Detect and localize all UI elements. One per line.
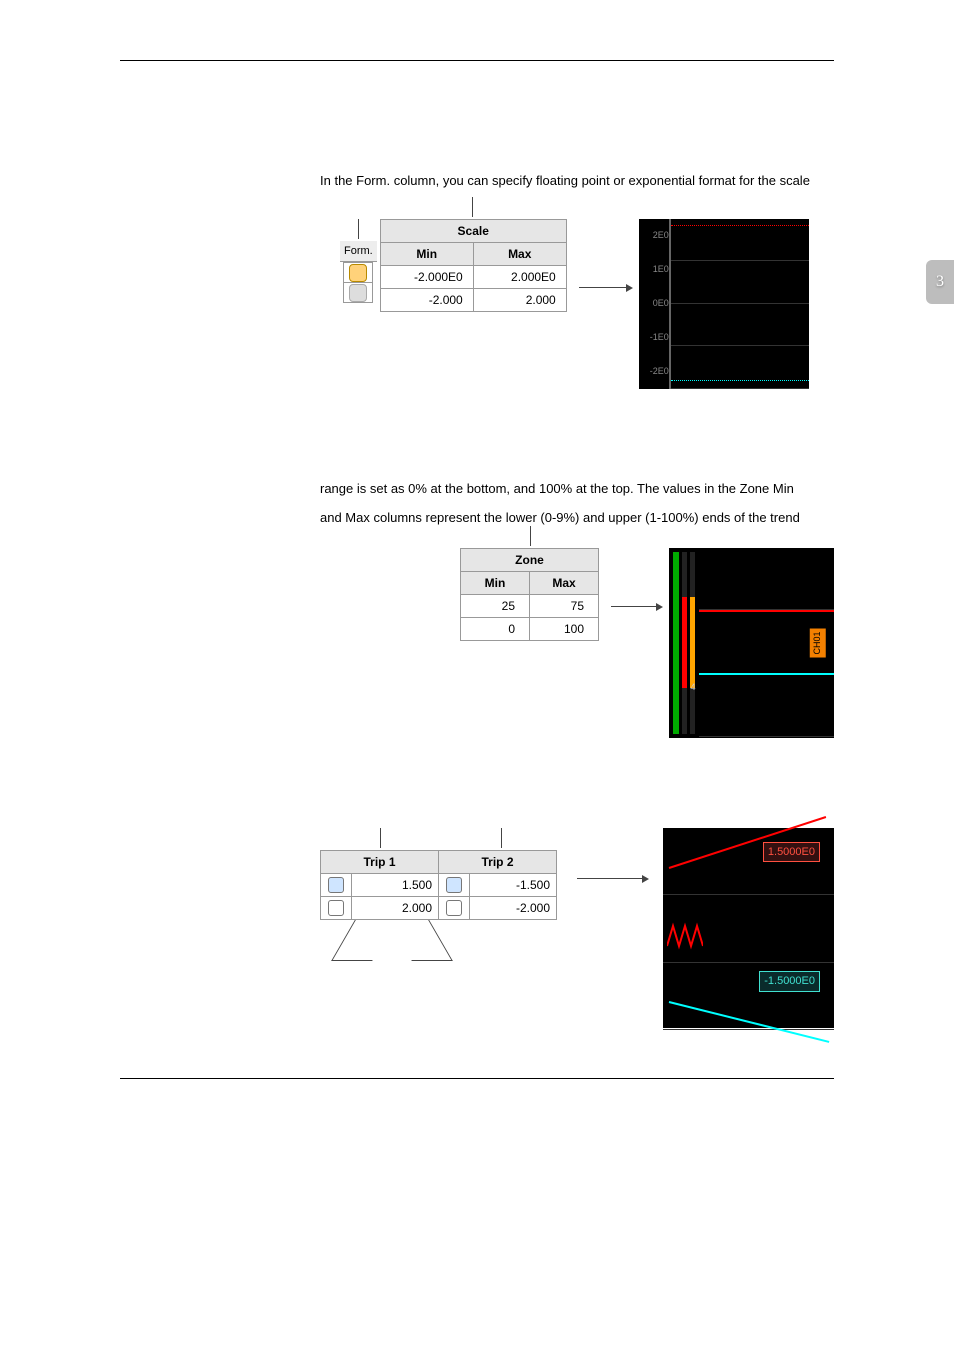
trip1-check-1[interactable] [321,896,352,919]
tick: 1E0 [653,263,669,277]
zone-max-1[interactable]: 100 [530,617,599,640]
scale-max-1[interactable]: 2.000 [473,288,566,311]
scale-intro-text: In the Form. column, you can specify flo… [320,171,834,191]
trip2-val-1[interactable]: -2.000 [469,896,556,919]
zone-table: Zone Min Max 25 75 0 100 [460,548,599,641]
form-cell-float[interactable] [344,282,372,302]
trip2-val-0[interactable]: -1.500 [469,873,556,896]
trip-label-b: -1.5000E0 [759,971,820,992]
header-rule [120,60,834,61]
arrow-icon [577,878,643,879]
page-index-3: 3 [936,270,944,294]
tick: -2E0 [650,365,669,379]
scale-min-1[interactable]: -2.000 [380,288,473,311]
trip-example: Trip 1 Trip 2 1.500 -1.500 [320,828,834,1028]
zone-min-1[interactable]: 0 [461,617,530,640]
trip1-header: Trip 1 [321,850,439,873]
tick: 2E0 [653,229,669,243]
trip2-check-0[interactable] [439,873,470,896]
trip2-header: Trip 2 [439,850,557,873]
trip2-check-1[interactable] [439,896,470,919]
zone-max-0[interactable]: 75 [530,594,599,617]
form-cell-exp[interactable] [344,263,372,282]
tick: 0E0 [653,297,669,311]
form-header: Form. [340,241,377,263]
table-row: -2.000E0 2.000E0 [380,265,566,288]
arrow-icon [579,287,627,288]
scale-example: Form. Scale Min Max [340,219,834,389]
table-row: 0 100 [461,617,599,640]
trip1-val-0[interactable]: 1.500 [351,873,438,896]
zone-trend-preview: CH01 4 [669,548,834,738]
page-index-tab: 3 [926,260,954,304]
table-row: 2.000 -2.000 [321,896,557,919]
zone-right-scale: CH01 [810,628,826,657]
scale-trend-preview: 2E0 1E0 0E0 -1E0 -2E0 [639,219,809,389]
zone-intro-b: and Max columns represent the lower (0-9… [320,508,834,528]
scale-table: Scale Min Max -2.000E0 2.000E0 -2.000 [380,219,567,312]
table-row: -2.000 2.000 [380,288,566,311]
scale-table-header: Scale [380,219,566,242]
scale-col-max: Max [473,242,566,265]
waveform-icon [667,922,703,950]
footer-rule [120,1078,834,1079]
tick: -1E0 [650,331,669,345]
zone-col-min: Min [461,571,530,594]
trip1-val-1[interactable]: 2.000 [351,896,438,919]
zone-example: Zone Min Max 25 75 0 100 [460,548,834,738]
zone-table-header: Zone [461,548,599,571]
zone-col-max: Max [530,571,599,594]
form-column: Form. [340,219,377,304]
lead-lines [375,920,557,980]
zone-marker-4: 4 [690,681,700,691]
zone-intro-a: range is set as 0% at the bottom, and 10… [320,479,834,499]
arrow-icon [611,606,657,607]
trip-label-a: 1.5000E0 [763,842,820,863]
table-row: 25 75 [461,594,599,617]
scale-col-min: Min [380,242,473,265]
trip-table: Trip 1 Trip 2 1.500 -1.500 [320,850,557,920]
scale-min-0[interactable]: -2.000E0 [380,265,473,288]
table-row: 1.500 -1.500 [321,873,557,896]
trip-trend-preview: 1.5000E0 -1.5000E0 [663,828,834,1028]
trip1-check-0[interactable] [321,873,352,896]
scale-max-0[interactable]: 2.000E0 [473,265,566,288]
zone-min-0[interactable]: 25 [461,594,530,617]
